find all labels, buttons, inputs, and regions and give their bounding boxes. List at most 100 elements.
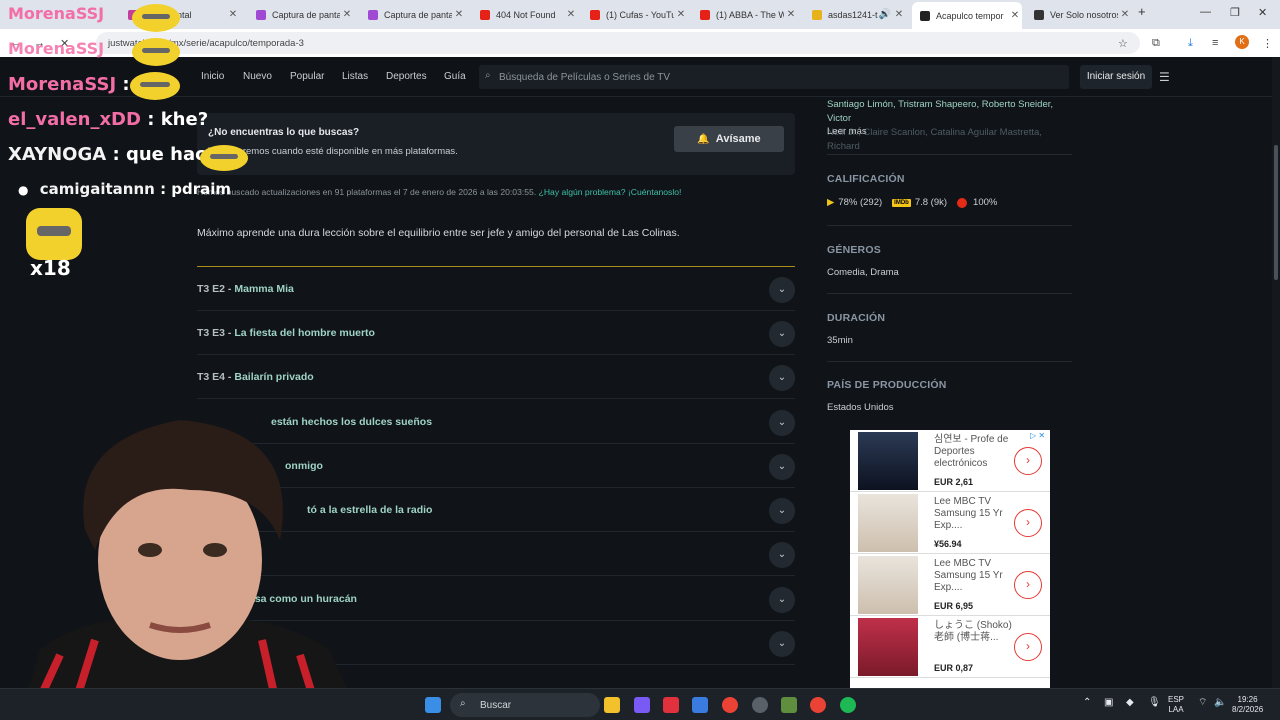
close-icon[interactable]: ✕ [674,9,688,20]
menu-dots-icon[interactable]: ⋮ [1262,37,1273,50]
avisame-button[interactable]: 🔔 Avísame [674,126,784,152]
country-value: Estados Unidos [827,402,894,413]
nav-link-inicio[interactable]: Inicio [201,71,224,82]
close-icon[interactable]: ✕ [340,9,354,20]
chevron-down-icon[interactable]: ⌄ [769,410,795,436]
episode-row[interactable]: T3 E4 - Bailarín privado ⌄ [197,355,795,399]
chevron-down-icon[interactable]: ⌄ [769,454,795,480]
chevron-down-icon[interactable]: ⌄ [769,498,795,524]
close-icon[interactable]: ✕ [892,9,906,20]
nav-link-listas[interactable]: Listas [342,71,368,82]
browser-tab[interactable]: (1) ABBA - The W ✕ [692,4,798,25]
genres-value: Comedia, Drama [827,267,899,278]
chevron-down-icon[interactable]: ⌄ [769,321,795,347]
report-problem-link[interactable]: ¿Hay algún problema? ¡Cuéntanoslo! [539,187,682,197]
episode-row[interactable]: T3 E3 - La fiesta del hombre muerto ⌄ [197,311,795,355]
pen-icon [256,9,266,20]
browser-tab[interactable]: 404 Not Found ✕ [472,4,578,25]
wifi-icon[interactable]: ⌔ [1198,698,1207,708]
close-icon[interactable]: ✕ [1118,9,1132,20]
search-icon: ⌕ [485,70,491,81]
nav-link-guia[interactable]: Guía [444,71,466,82]
chevron-right-icon[interactable]: › [1014,509,1042,537]
chevron-right-icon[interactable]: › [1014,447,1042,475]
justwatch-icon [920,10,930,21]
browser-tab[interactable]: Ver Solo nosotros ✕ [1026,4,1132,25]
episode-row[interactable]: T3 E2 - Mamma Mia ⌄ [197,267,795,311]
copilot-icon[interactable] [634,697,650,713]
chevron-right-icon[interactable]: › [1014,633,1042,661]
hamburger-menu-icon[interactable]: ☰ [1159,70,1170,84]
close-window-icon[interactable]: ✕ [1258,6,1267,19]
tray-chevron-icon[interactable]: ⌃ [1083,698,1091,708]
maximize-icon[interactable]: ❐ [1230,6,1240,19]
browser-tab[interactable]: asdas1241-ta 🔊 ✕ [804,4,906,25]
sidebar-divider [827,293,1072,294]
extensions-icon[interactable]: ⧉ [1152,37,1160,50]
media-icon[interactable]: ≡ [1212,37,1218,49]
chevron-down-icon[interactable]: ⌄ [769,542,795,568]
search-input[interactable]: ⌕ Búsqueda de Películas o Series de TV [479,65,1069,89]
microphone-icon[interactable]: 🎙 [1148,698,1161,708]
clock[interactable]: 19:26 8/2/2026 [1232,695,1263,715]
chevron-down-icon[interactable]: ⌄ [769,587,795,613]
ad-item[interactable]: しょうこ (Shoko) 老師 (博士蒋... EUR 0,87 › [850,616,1050,678]
close-icon[interactable]: ✕ [784,9,798,20]
read-more-link[interactable]: Leer más [827,126,867,137]
windows-start-icon[interactable] [425,697,441,713]
app-icon[interactable] [663,697,679,713]
app-icon[interactable] [752,697,768,713]
minimize-icon[interactable]: — [1200,6,1211,18]
minion-combo-icon [26,208,82,260]
browser-tab[interactable]: Captura de panta ✕ [248,4,354,25]
tray-app-icon[interactable]: ▣ [1104,698,1113,708]
scrollbar-thumb[interactable] [1274,145,1278,280]
adchoices-icon[interactable]: ▷ ✕ [1030,431,1045,440]
tomato-icon [957,197,968,208]
close-icon[interactable]: ✕ [226,9,240,20]
chevron-down-icon[interactable]: ⌄ [769,365,795,391]
spotify-icon[interactable] [840,697,856,713]
taskbar-search[interactable]: ⌕ Buscar [450,693,600,717]
ad-banner[interactable]: 심연보 - Profe de Deportes electrónicos EUR… [850,430,1050,688]
nav-link-deportes[interactable]: Deportes [386,71,427,82]
download-icon[interactable]: ⤓ [1188,37,1193,50]
chevron-right-icon[interactable]: › [1014,571,1042,599]
login-button[interactable]: Iniciar sesión [1080,65,1152,89]
browser-tab[interactable]: (1) Cufas - YouTu ✕ [582,4,688,25]
browser-tab[interactable]: Captura de panta ✕ [360,4,466,25]
page-scrollbar[interactable] [1272,57,1280,688]
chrome-icon[interactable] [810,697,826,713]
new-tab-button[interactable]: + [1138,4,1146,19]
file-explorer-icon[interactable] [604,697,620,713]
speaker-icon[interactable]: 🔊 [878,9,892,20]
minion-emote-icon [132,38,180,66]
tray-app-icon[interactable]: ◆ [1126,698,1134,708]
profile-avatar[interactable]: K [1235,35,1249,49]
ad-item[interactable]: Lee MBC TV Samsung 15 Yr Exp.... ¥56.94 … [850,492,1050,554]
ad-thumbnail [858,556,918,614]
chrome-icon[interactable] [722,697,738,713]
ad-item[interactable]: 심연보 - Profe de Deportes electrónicos EUR… [850,430,1050,492]
browser-tab-active[interactable]: Acapulco tempor ✕ [912,2,1022,29]
chevron-down-icon[interactable]: ⌄ [769,631,795,657]
close-icon[interactable]: ✕ [452,9,466,20]
bookmark-star-icon[interactable]: ☆ [1118,37,1128,50]
emoji-icon [812,9,822,20]
store-icon[interactable] [692,697,708,713]
language-indicator[interactable]: ESP LAA [1168,695,1184,715]
episode-code: T3 E2 - [197,283,232,295]
nav-link-popular[interactable]: Popular [290,71,324,82]
chevron-down-icon[interactable]: ⌄ [769,277,795,303]
duration-section: DURACIÓN 35min [827,312,1072,346]
episode-code: T3 E4 - [197,371,232,383]
minecraft-icon[interactable] [781,697,797,713]
url-field[interactable]: justwatch.com/mx/serie/acapulco/temporad… [96,32,1140,54]
ad-item[interactable]: Lee MBC TV Samsung 15 Yr Exp.... EUR 6,9… [850,554,1050,616]
sidebar-divider [827,225,1072,226]
close-icon[interactable]: ✕ [1008,10,1022,21]
close-icon[interactable]: ✕ [564,9,578,20]
sidebar-divider [827,154,1072,155]
volume-icon[interactable]: 🔈 [1214,698,1226,708]
nav-link-nuevo[interactable]: Nuevo [243,71,272,82]
